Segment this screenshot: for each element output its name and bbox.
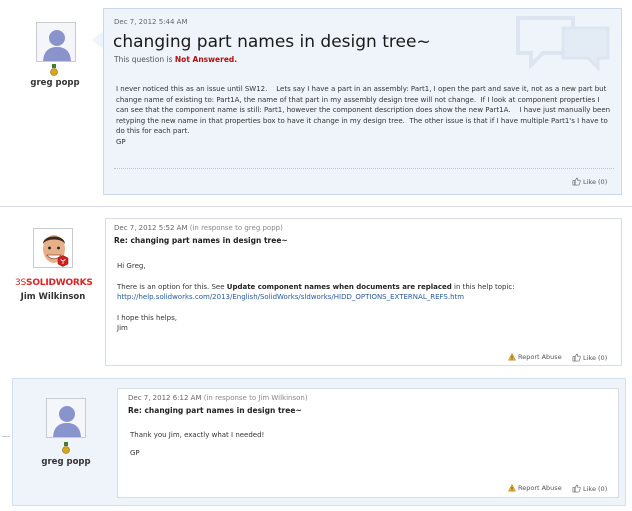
- report-abuse-button[interactable]: Report Abuse: [508, 484, 562, 492]
- post-separator: [0, 206, 632, 207]
- in-response-link[interactable]: (in response to Jim Wilkinson): [204, 394, 308, 402]
- author-name[interactable]: greg popp: [10, 78, 100, 88]
- avatar[interactable]: [36, 22, 76, 62]
- user-silhouette-icon: [47, 399, 85, 437]
- help-topic-link[interactable]: http://help.solidworks.com/2013/English/…: [117, 292, 617, 303]
- warning-icon: [508, 484, 516, 492]
- post-body: I never noticed this as an issue until S…: [116, 84, 614, 147]
- thumbs-up-icon: [572, 353, 581, 362]
- body-text-bold: Update component names when documents ar…: [226, 282, 452, 291]
- post-date: Dec 7, 2012 5:44 AM: [114, 18, 188, 26]
- like-label: Like (0): [583, 353, 608, 362]
- question-watermark-icon: [516, 16, 610, 72]
- body-paragraph: I never noticed this as an issue until S…: [116, 85, 613, 135]
- date-text: Dec 7, 2012 6:12 AM: [128, 394, 202, 402]
- thumbs-up-icon: [572, 177, 581, 186]
- divider: [114, 168, 614, 169]
- question-status: This question is Not Answered.: [114, 55, 237, 64]
- report-abuse-label: Report Abuse: [518, 353, 562, 361]
- reply-title: Re: changing part names in design tree~: [128, 406, 302, 415]
- thread-connector: [2, 436, 10, 437]
- medal-icon: [50, 64, 58, 76]
- like-button[interactable]: Like (0): [572, 484, 607, 493]
- body-closing: I hope this helps,: [117, 313, 177, 322]
- like-label: Like (0): [583, 177, 608, 186]
- medal-icon: [62, 442, 70, 454]
- post-body: Thank you Jim, exactly what I needed! GP: [130, 430, 610, 458]
- body-signoff: GP: [116, 137, 126, 146]
- body-text-post: in this help topic:: [451, 282, 515, 291]
- avatar[interactable]: [46, 398, 86, 438]
- warning-icon: [508, 353, 516, 361]
- thumbs-up-icon: [572, 484, 581, 493]
- report-abuse-label: Report Abuse: [518, 484, 562, 492]
- brand-name: SOLIDWORKS: [26, 278, 93, 288]
- solidworks-badge-icon: [57, 255, 69, 267]
- like-button[interactable]: Like (0): [572, 353, 607, 362]
- date-text: Dec 7, 2012 5:52 AM: [114, 224, 188, 232]
- body-signoff: Jim: [117, 324, 128, 332]
- brand-prefix: 3S: [15, 278, 27, 288]
- post-body: Hi Greg, There is an option for this. Se…: [117, 261, 617, 334]
- like-label: Like (0): [583, 484, 608, 493]
- like-button[interactable]: Like (0): [572, 177, 607, 186]
- reply-title: Re: changing part names in design tree~: [114, 236, 288, 245]
- status-prefix: This question is: [114, 55, 173, 64]
- body-text-pre: There is an option for this. See: [117, 282, 227, 291]
- solidworks-logo: 3SSOLIDWORKS: [15, 278, 93, 288]
- author-name[interactable]: Jim Wilkinson: [8, 292, 98, 302]
- body-paragraph: Thank you Jim, exactly what I needed!: [130, 431, 265, 439]
- user-silhouette-icon: [37, 23, 75, 61]
- body-greeting: Hi Greg,: [117, 262, 146, 270]
- post-date: Dec 7, 2012 6:12 AM (in response to Jim …: [128, 394, 308, 402]
- author-name[interactable]: greg popp: [21, 457, 111, 467]
- report-abuse-button[interactable]: Report Abuse: [508, 353, 562, 361]
- body-signoff: GP: [130, 448, 140, 457]
- status-badge: Not Answered.: [174, 55, 238, 64]
- post-date: Dec 7, 2012 5:52 AM (in response to greg…: [114, 224, 283, 232]
- in-response-link[interactable]: (in response to greg popp): [190, 224, 283, 232]
- body-paragraph: There is an option for this. See Update …: [117, 282, 617, 293]
- page-title: changing part names in design tree~: [113, 32, 431, 52]
